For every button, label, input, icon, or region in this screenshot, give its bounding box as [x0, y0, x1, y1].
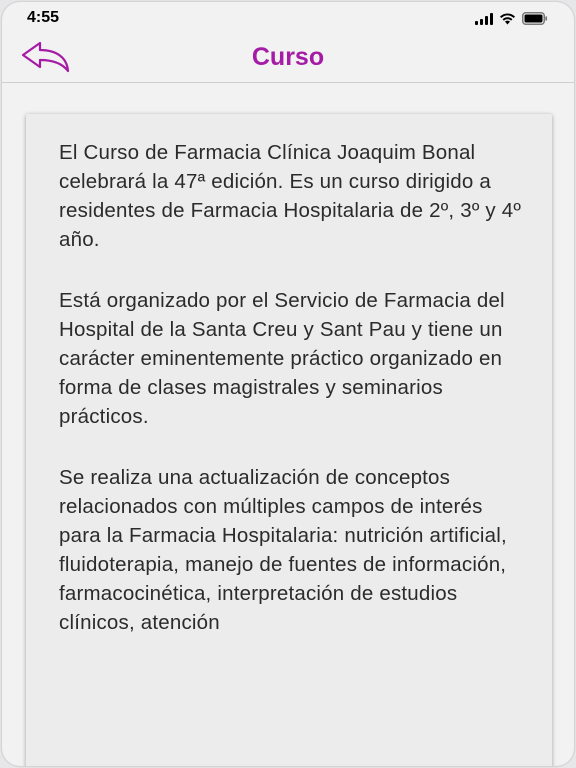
course-description-text: El Curso de Farmacia Clínica Joaquim Bon…: [59, 138, 529, 669]
cellular-signal-icon: [475, 13, 493, 25]
page-title: Curso: [251, 43, 325, 71]
navigation-bar: Curso: [2, 34, 574, 83]
battery-icon: [522, 12, 548, 25]
wifi-icon: [500, 13, 515, 25]
paragraph-topics: Se realiza una actualización de concepto…: [59, 466, 507, 634]
paragraph-intro: El Curso de Farmacia Clínica Joaquim Bon…: [59, 141, 522, 251]
app-screen: 4:55 Curso El Curso de Farmacia Clínica …: [2, 2, 574, 766]
paragraph-organization: Está organizado por el Servicio de Farma…: [59, 289, 505, 428]
status-icons: [475, 11, 548, 25]
status-time: 4:55: [27, 9, 60, 26]
course-description-card: El Curso de Farmacia Clínica Joaquim Bon…: [26, 114, 552, 766]
status-bar: 4:55: [2, 2, 574, 34]
